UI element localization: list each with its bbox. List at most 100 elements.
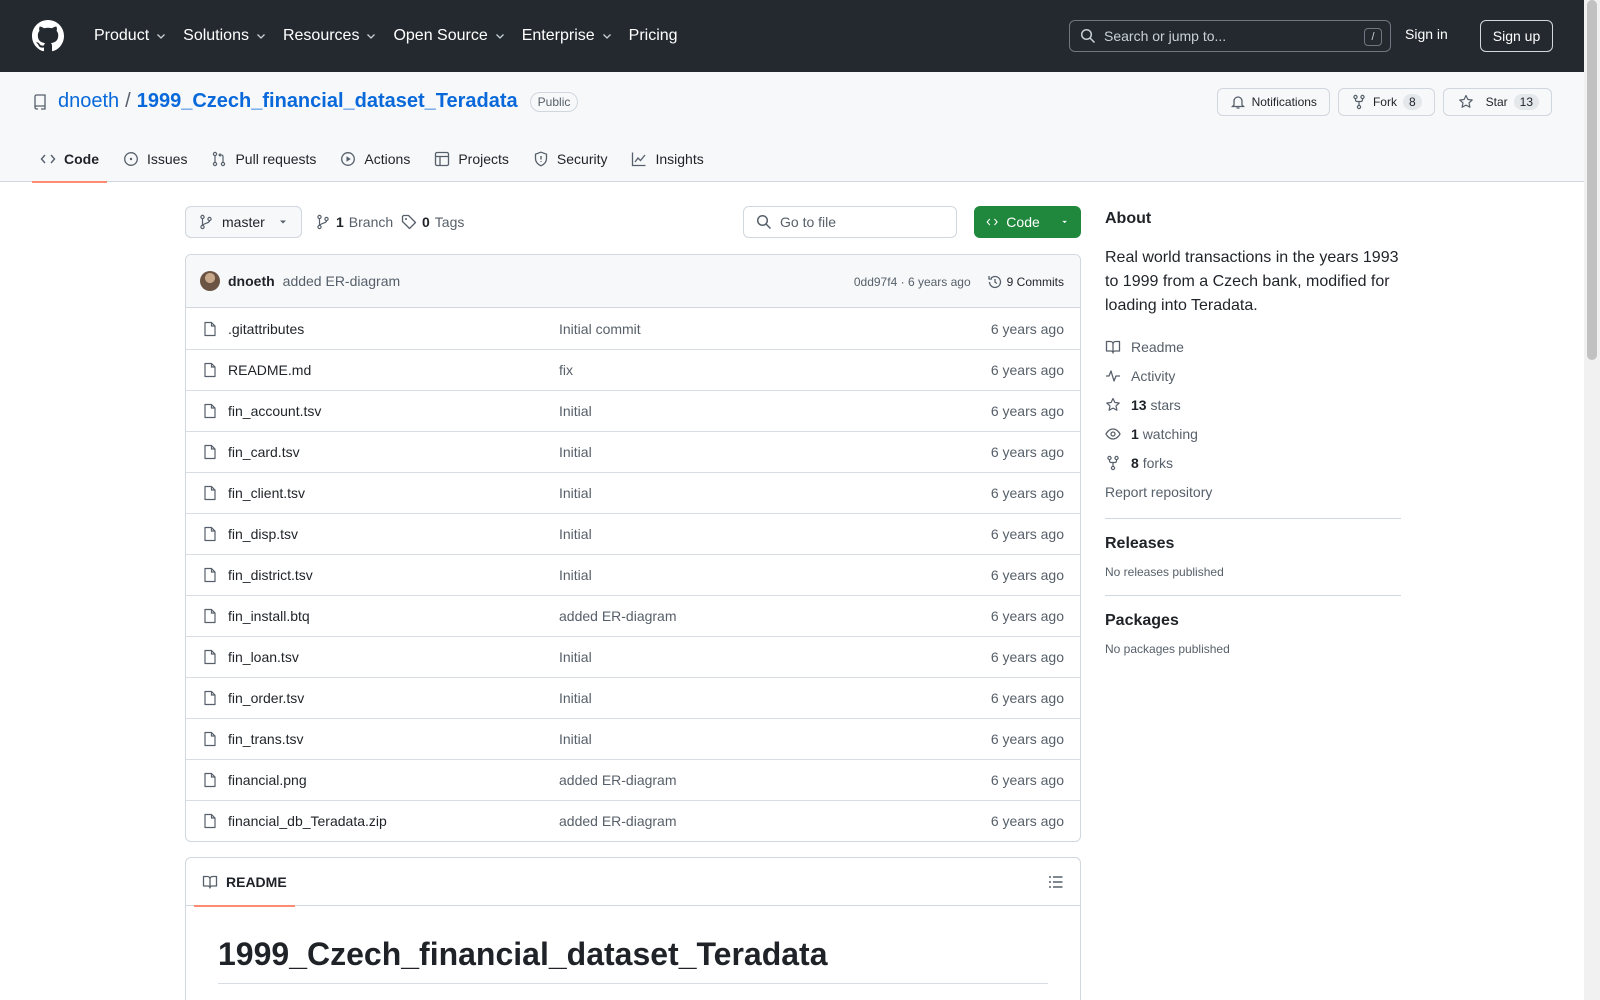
readme-tab[interactable]: README <box>194 858 295 907</box>
file-row[interactable]: .gitattributes Initial commit 6 years ago <box>186 308 1080 349</box>
file-commit-link[interactable]: Initial <box>559 526 592 542</box>
file-age: 6 years ago <box>990 649 1064 665</box>
file-icon <box>204 690 216 706</box>
file-name-link[interactable]: fin_card.tsv <box>228 444 559 460</box>
releases-title[interactable]: Releases <box>1105 535 1401 553</box>
activity-link[interactable]: Activity <box>1105 361 1401 390</box>
global-search-input[interactable]: Search or jump to... / <box>1069 20 1391 52</box>
code-dropdown-button[interactable]: Code <box>974 206 1081 238</box>
book-icon <box>202 875 218 889</box>
file-row[interactable]: fin_client.tsv Initial 6 years ago <box>186 472 1080 513</box>
file-row[interactable]: fin_disp.tsv Initial 6 years ago <box>186 513 1080 554</box>
file-icon <box>204 649 216 665</box>
stars-link[interactable]: 13 stars <box>1105 390 1401 419</box>
readme-link[interactable]: Readme <box>1105 332 1401 361</box>
file-row[interactable]: README.md fix 6 years ago <box>186 349 1080 390</box>
repo-owner-link[interactable]: dnoeth <box>58 90 119 113</box>
branch-select-button[interactable]: master <box>185 206 302 238</box>
shield-icon <box>534 151 548 167</box>
file-name-link[interactable]: fin_district.tsv <box>228 567 559 583</box>
file-commit-link[interactable]: Initial <box>559 403 592 419</box>
file-row[interactable]: fin_install.btq added ER-diagram 6 years a… <box>186 595 1080 636</box>
file-name-link[interactable]: financial_db_Teradata.zip <box>228 813 559 829</box>
tab-pull-requests[interactable]: Pull requests <box>203 136 324 182</box>
fork-icon <box>1353 94 1365 110</box>
tab-security[interactable]: Security <box>525 136 616 182</box>
commit-author-link[interactable]: dnoeth <box>228 273 275 289</box>
file-name-link[interactable]: fin_order.tsv <box>228 690 559 706</box>
nav-resources[interactable]: Resources <box>275 20 385 52</box>
file-row[interactable]: fin_district.tsv Initial 6 years ago <box>186 554 1080 595</box>
sign-up-button[interactable]: Sign up <box>1480 20 1553 52</box>
star-icon <box>1106 397 1120 411</box>
sign-in-link[interactable]: Sign in <box>1405 26 1448 42</box>
list-outline-icon[interactable] <box>1048 874 1064 890</box>
tab-projects[interactable]: Projects <box>426 136 517 182</box>
commit-sha-link[interactable]: 0dd97f4 <box>854 275 897 289</box>
file-row[interactable]: fin_loan.tsv Initial 6 years ago <box>186 636 1080 677</box>
nav-open-source[interactable]: Open Source <box>385 20 513 52</box>
report-repository-link[interactable]: Report repository <box>1105 477 1401 506</box>
file-name-link[interactable]: fin_loan.tsv <box>228 649 559 665</box>
file-row[interactable]: fin_trans.tsv Initial 6 years ago <box>186 718 1080 759</box>
file-commit-link[interactable]: added ER-diagram <box>559 813 677 829</box>
branches-link[interactable]: 1 Branch <box>315 214 393 230</box>
file-age: 6 years ago <box>990 444 1064 460</box>
page-scrollbar[interactable] <box>1584 0 1600 1000</box>
file-commit-link[interactable]: Initial <box>559 731 592 747</box>
file-row[interactable]: financial.png added ER-diagram 6 years ago <box>186 759 1080 800</box>
scrollbar-thumb[interactable] <box>1587 0 1597 360</box>
file-commit-link[interactable]: Initial <box>559 567 592 583</box>
commit-age: 6 years ago <box>907 274 971 289</box>
file-commit-link[interactable]: Initial commit <box>559 321 641 337</box>
repo-tabs: Code Issues Pull requests Actions Projec… <box>32 136 720 183</box>
commit-message-link[interactable]: added ER-diagram <box>283 273 401 289</box>
nav-pricing[interactable]: Pricing <box>621 20 686 52</box>
repo-name-link[interactable]: 1999_Czech_financial_dataset_Teradata <box>137 90 518 113</box>
file-commit-link[interactable]: fix <box>559 362 573 378</box>
file-age: 6 years ago <box>990 813 1064 829</box>
file-name-link[interactable]: financial.png <box>228 772 559 788</box>
file-name-link[interactable]: fin_install.btq <box>228 608 559 624</box>
file-commit-link[interactable]: Initial <box>559 485 592 501</box>
github-logo-icon[interactable] <box>32 20 64 52</box>
file-commit-link[interactable]: Initial <box>559 690 592 706</box>
tab-actions[interactable]: Actions <box>332 136 418 182</box>
forks-link[interactable]: 8 forks <box>1105 448 1401 477</box>
file-name-link[interactable]: fin_client.tsv <box>228 485 559 501</box>
fork-icon <box>1107 455 1119 470</box>
file-commit-link[interactable]: Initial <box>559 649 592 665</box>
nav-product[interactable]: Product <box>86 20 175 52</box>
packages-title[interactable]: Packages <box>1105 612 1401 630</box>
nav-enterprise[interactable]: Enterprise <box>514 20 621 52</box>
avatar[interactable] <box>200 271 220 291</box>
tags-link[interactable]: 0 Tags <box>401 214 464 230</box>
nav-solutions[interactable]: Solutions <box>175 20 275 52</box>
readme-panel: README 1999_Czech_financial_dataset_Tera… <box>185 857 1081 1000</box>
file-icon <box>204 731 216 747</box>
tab-code[interactable]: Code <box>32 136 107 183</box>
file-name-link[interactable]: fin_trans.tsv <box>228 731 559 747</box>
star-button[interactable]: Star 13 <box>1442 88 1552 116</box>
file-commit-link[interactable]: added ER-diagram <box>559 608 677 624</box>
file-name-link[interactable]: .gitattributes <box>228 321 559 337</box>
notifications-button[interactable]: Notifications <box>1216 88 1330 116</box>
watching-link[interactable]: 1 watching <box>1105 419 1401 448</box>
file-age: 6 years ago <box>990 567 1064 583</box>
file-commit-link[interactable]: added ER-diagram <box>559 772 677 788</box>
file-row[interactable]: fin_account.tsv Initial 6 years ago <box>186 390 1080 431</box>
search-shortcut-badge: / <box>1364 28 1382 46</box>
file-commit-link[interactable]: Initial <box>559 444 592 460</box>
file-row[interactable]: fin_card.tsv Initial 6 years ago <box>186 431 1080 472</box>
fork-button[interactable]: Fork 8 <box>1337 88 1435 116</box>
file-row[interactable]: fin_order.tsv Initial 6 years ago <box>186 677 1080 718</box>
file-name-link[interactable]: fin_disp.tsv <box>228 526 559 542</box>
file-row[interactable]: financial_db_Teradata.zip added ER-diagra… <box>186 800 1080 841</box>
go-to-file-input[interactable]: Go to file <box>743 206 957 238</box>
latest-commit-bar: dnoeth added ER-diagram 0dd97f4 · 6 year… <box>186 255 1080 308</box>
tab-issues[interactable]: Issues <box>115 136 195 182</box>
tab-insights[interactable]: Insights <box>623 136 711 182</box>
file-name-link[interactable]: fin_account.tsv <box>228 403 559 419</box>
file-name-link[interactable]: README.md <box>228 362 559 378</box>
commits-history-link[interactable]: 9 Commits <box>987 274 1064 290</box>
